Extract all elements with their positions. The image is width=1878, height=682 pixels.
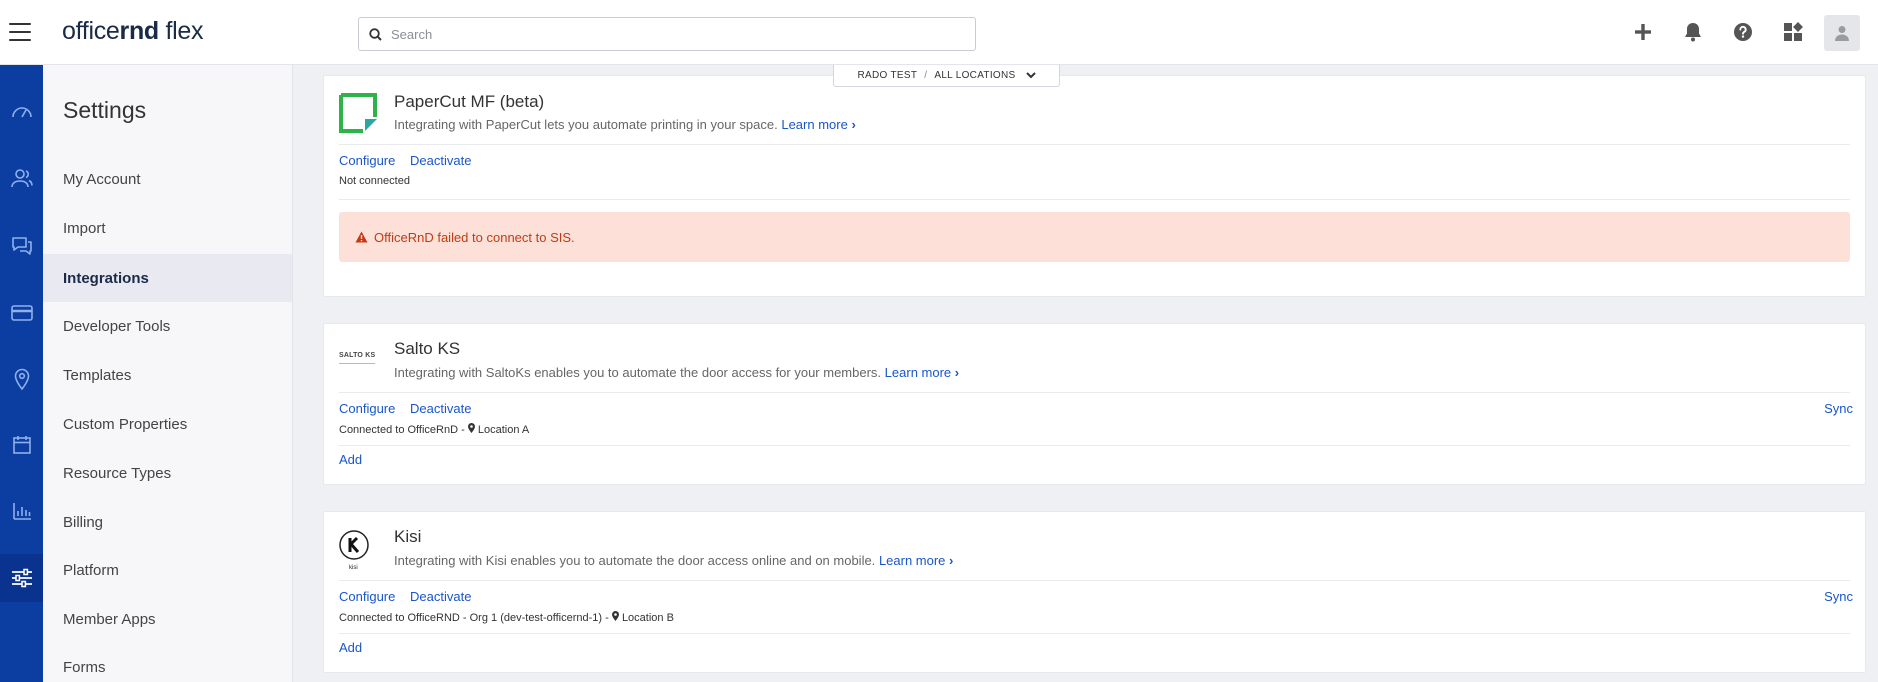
integration-description: Integrating with SaltoKs enables you to … (394, 365, 960, 380)
kisi-logo-icon (339, 530, 369, 560)
chevron-down-icon (1025, 72, 1036, 79)
location-pin-icon (14, 368, 29, 390)
error-alert: OfficeRnD failed to connect to SIS. (339, 212, 1850, 262)
rail-chat[interactable] (0, 222, 43, 270)
integration-title: Kisi (394, 527, 422, 546)
sidebar-item-billing[interactable]: Billing (43, 498, 292, 546)
integration-description: Integrating with Kisi enables you to aut… (394, 553, 954, 568)
left-rail (0, 65, 43, 682)
user-icon (1835, 26, 1849, 41)
divider (339, 445, 1850, 446)
sidebar-title: Settings (63, 97, 147, 123)
search-input[interactable] (391, 19, 966, 49)
deactivate-link[interactable]: Deactivate (410, 401, 471, 416)
learn-more-link[interactable]: Learn more › (885, 365, 959, 380)
kisi-logo: kisi (339, 530, 379, 571)
sync-link[interactable]: Sync (1824, 401, 1853, 416)
sidebar-item-resource-types[interactable]: Resource Types (43, 449, 292, 497)
location-switcher[interactable]: RADO TEST / ALL LOCATIONS (833, 65, 1060, 87)
search-box[interactable] (358, 17, 976, 51)
divider (339, 633, 1850, 634)
integration-card-papercut: PaperCut MF (beta) Integrating with Pape… (323, 75, 1866, 297)
sidebar-item-platform[interactable]: Platform (43, 546, 292, 594)
dashboard-icon (11, 107, 32, 118)
members-icon (10, 169, 33, 188)
integration-card-salto-ks: SALTO KS Salto KS Integrating with Salto… (323, 323, 1866, 485)
billing-card-icon (10, 305, 33, 321)
chat-icon (11, 237, 32, 255)
rail-calendar[interactable] (0, 421, 43, 469)
rail-settings[interactable] (0, 554, 43, 602)
divider (339, 199, 1850, 200)
deactivate-link[interactable]: Deactivate (410, 589, 471, 604)
location-pin-icon (467, 423, 475, 433)
configure-link[interactable]: Configure (339, 153, 395, 168)
learn-more-link[interactable]: Learn more › (879, 553, 953, 568)
sidebar-item-templates[interactable]: Templates (43, 351, 292, 399)
rail-locations[interactable] (0, 355, 43, 403)
sidebar-item-my-account[interactable]: My Account (43, 155, 292, 203)
rail-billing[interactable] (0, 289, 43, 337)
connection-status: Not connected (339, 175, 410, 187)
warning-icon (355, 231, 368, 243)
papercut-logo-icon (339, 93, 377, 133)
integration-title: Salto KS (394, 339, 461, 358)
help-icon[interactable] (1731, 20, 1755, 44)
rail-reports[interactable] (0, 487, 43, 535)
connection-status: Connected to OfficeRND - Org 1 (dev-test… (339, 611, 674, 624)
connection-status: Connected to OfficeRnD - Location A (339, 423, 530, 436)
avatar[interactable] (1824, 15, 1860, 51)
reports-icon (12, 503, 31, 520)
configure-link[interactable]: Configure (339, 589, 395, 604)
rail-members[interactable] (0, 154, 43, 202)
sidebar-item-import[interactable]: Import (43, 204, 292, 252)
deactivate-link[interactable]: Deactivate (410, 153, 471, 168)
learn-more-link[interactable]: Learn more › (781, 117, 855, 132)
integration-description: Integrating with PaperCut lets you autom… (394, 117, 856, 132)
plus-icon[interactable] (1631, 20, 1655, 44)
settings-sliders-icon (11, 568, 32, 588)
sidebar-item-member-apps[interactable]: Member Apps (43, 595, 292, 643)
divider (339, 392, 1850, 393)
add-link[interactable]: Add (339, 640, 362, 655)
sidebar-item-integrations[interactable]: Integrations (43, 254, 292, 302)
divider (339, 580, 1850, 581)
sync-link[interactable]: Sync (1824, 589, 1853, 604)
sidebar-item-developer-tools[interactable]: Developer Tools (43, 302, 292, 350)
divider (339, 144, 1850, 145)
configure-link[interactable]: Configure (339, 401, 395, 416)
bell-icon[interactable] (1681, 20, 1705, 44)
hamburger-menu-icon[interactable] (9, 23, 31, 41)
calendar-icon (12, 436, 31, 454)
integration-title: PaperCut MF (beta) (394, 92, 545, 111)
integration-card-kisi: kisi Kisi Integrating with Kisi enables … (323, 511, 1866, 673)
location-pin-icon (611, 611, 619, 621)
add-link[interactable]: Add (339, 452, 362, 467)
brand-logo[interactable]: officernd flex (62, 17, 204, 46)
search-icon (369, 28, 382, 41)
rail-dashboard[interactable] (0, 87, 43, 135)
sidebar-item-custom-properties[interactable]: Custom Properties (43, 400, 292, 448)
top-bar: officernd flex (0, 0, 1878, 65)
apps-icon[interactable] (1781, 20, 1805, 44)
sidebar-item-forms[interactable]: Forms (43, 643, 292, 682)
settings-sidebar: Settings My Account Import Integrations … (43, 65, 293, 682)
salto-ks-logo: SALTO KS (339, 344, 379, 384)
